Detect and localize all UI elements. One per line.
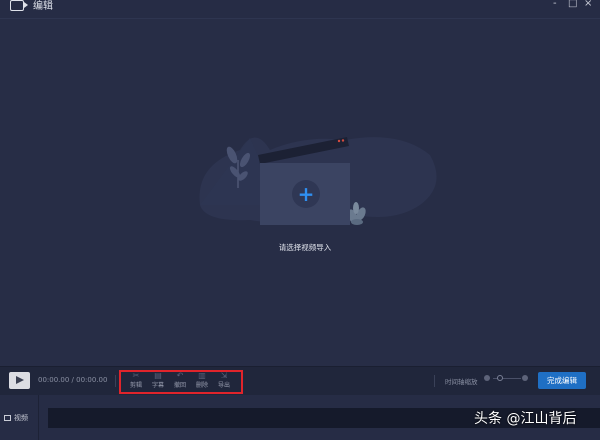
video-track-label: 视频	[14, 414, 28, 422]
import-video-button[interactable]: +	[292, 180, 320, 208]
timeline-zoom-label: 时间轴缩放	[445, 378, 478, 386]
video-track-icon	[4, 415, 11, 421]
toolbar-divider	[434, 375, 435, 387]
finish-edit-button[interactable]: 完成编辑	[538, 372, 586, 389]
zoom-in-icon[interactable]	[522, 375, 528, 381]
plus-icon: +	[297, 182, 315, 206]
edit-tools-highlight-box	[119, 370, 243, 394]
video-camera-icon	[10, 0, 28, 11]
zoom-out-icon[interactable]	[484, 375, 490, 381]
play-button[interactable]	[9, 372, 30, 389]
toolbar-divider	[115, 375, 116, 387]
editor-toolbar: 00:00.00 / 00:00.00 ✂ 剪辑 ▤ 字幕 ↶ 撤回 ▥ 删除 …	[0, 366, 600, 395]
play-icon	[16, 376, 24, 384]
maximize-button[interactable]: □	[568, 0, 577, 10]
title-bar: 编辑 - □ ×	[0, 0, 600, 19]
window-title: 编辑	[33, 1, 53, 12]
minimize-button[interactable]: -	[553, 0, 557, 10]
timecode-display: 00:00.00 / 00:00.00	[38, 376, 108, 384]
import-hint-text: 请选择视频导入	[278, 243, 332, 252]
track-header: 视频	[0, 395, 39, 440]
watermark-text: 头条 @江山背后	[474, 411, 577, 427]
zoom-slider-handle[interactable]	[497, 375, 503, 381]
close-button[interactable]: ×	[584, 0, 592, 10]
